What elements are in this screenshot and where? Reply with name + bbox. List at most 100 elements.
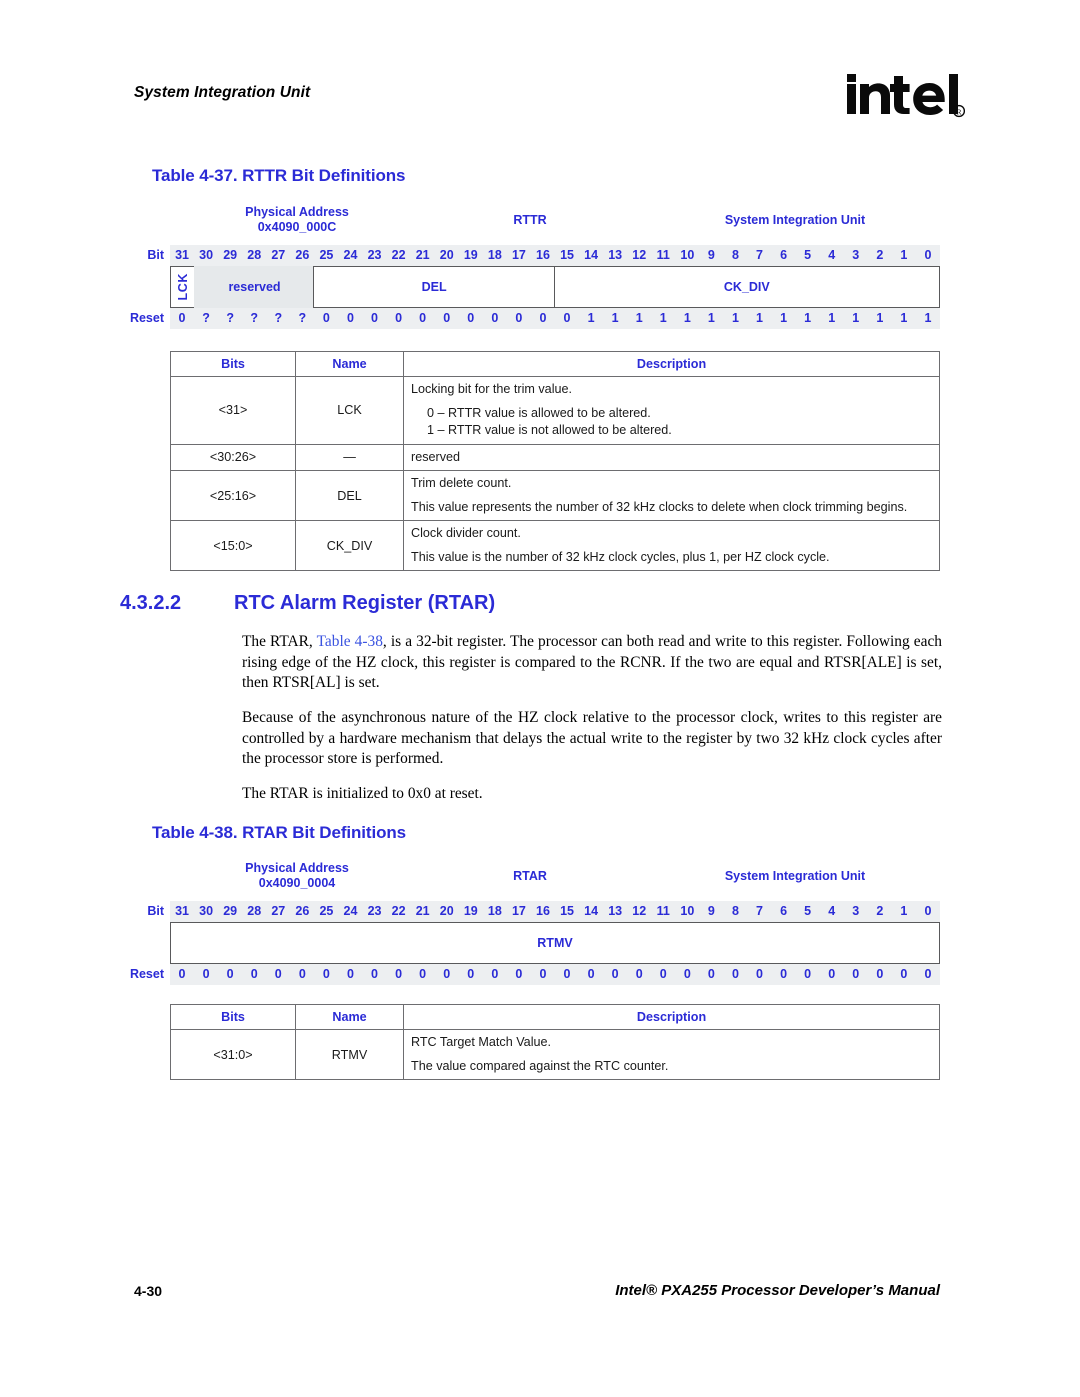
rttr-reset-bit-22: 1 [707, 311, 715, 325]
cell-description: Locking bit for the trim value. 0 – RTTR … [403, 376, 940, 445]
rtar-reset-bit-26: 0 [804, 967, 812, 981]
table-row: <25:16> DEL Trim delete count. This value r… [170, 470, 940, 521]
rttr-bit-29: 2 [876, 248, 884, 262]
document-page: System Integration Unit R Table 4-37. RT… [0, 0, 1080, 1397]
rttr-unit-label: System Integration Unit [724, 213, 866, 227]
rtar-reset-bit-11: 0 [443, 967, 451, 981]
rtar-reset-bit-1: 0 [202, 967, 210, 981]
table-row: <15:0> CK_DIV Clock divider count. This val… [170, 520, 940, 571]
rttr-reset-bit-29: 1 [876, 311, 884, 325]
rttr-reset-bit-25: 1 [780, 311, 788, 325]
col-name: Name [295, 1004, 404, 1030]
rttr-bit-4: 27 [271, 248, 286, 262]
rtar-reset-bit-25: 0 [780, 967, 788, 981]
rtar-reset-bit-7: 0 [346, 967, 354, 981]
table-header-row: Bits Name Description [170, 351, 940, 377]
rttr-bit-22: 9 [707, 248, 715, 262]
rtar-reset-bit-23: 0 [731, 967, 739, 981]
rtar-figure-header: Physical Address 0x4090_0004 RTAR System… [170, 861, 940, 901]
rttr-reset-bit-23: 1 [731, 311, 739, 325]
rtar-field-rtmv: RTMV [170, 922, 940, 964]
rttr-reset-bit-17: 1 [587, 311, 595, 325]
rttr-reset-bit-1: ? [202, 311, 210, 325]
rttr-reset-bit-6: 0 [322, 311, 330, 325]
rtar-bit-29: 2 [876, 904, 884, 918]
rtar-reset-bit-21: 0 [683, 967, 691, 981]
rttr-physical-address: Physical Address 0x4090_000C [222, 205, 372, 235]
cell-bits: <30:26> [170, 443, 296, 471]
rttr-reset-bit-10: 0 [419, 311, 427, 325]
description-main: RTC Target Match Value. [411, 1035, 551, 1049]
rttr-figure-header: Physical Address 0x4090_000C RTTR System… [170, 205, 940, 245]
rtar-reset-row-label: Reset [129, 967, 164, 981]
rtar-unit-label: System Integration Unit [724, 869, 866, 883]
rttr-field-del: DEL [312, 266, 556, 308]
col-bits: Bits [170, 351, 296, 377]
rttr-reset-bit-19: 1 [635, 311, 643, 325]
rttr-field-label: reserved [228, 280, 281, 294]
rtar-reset-bit-19: 0 [635, 967, 643, 981]
rtar-reset-bit-22: 0 [707, 967, 715, 981]
rtar-bit-18: 13 [608, 904, 623, 918]
rtar-bit-0: 31 [175, 904, 189, 918]
table-row: <31:0> RTMV RTC Target Match Value. The val… [170, 1029, 940, 1080]
rttr-bit-23: 8 [731, 248, 739, 262]
rttr-reset-bit-9: 0 [395, 311, 403, 325]
cell-name: RTMV [295, 1029, 404, 1080]
rtar-bit-7: 24 [343, 904, 358, 918]
section-number: 4.3.2.2 [120, 592, 182, 614]
rtar-bit-28: 3 [852, 904, 860, 918]
rttr-reset-bit-11: 0 [443, 311, 451, 325]
rttr-bit-28: 3 [852, 248, 860, 262]
footer-page-number: 4-30 [134, 1283, 163, 1299]
rttr-reset-bit-20: 1 [659, 311, 667, 325]
rtar-reset-bit-29: 0 [876, 967, 884, 981]
description-main: Locking bit for the trim value. [411, 382, 572, 396]
rttr-bit-17: 14 [584, 248, 599, 262]
rtar-bit-1: 30 [199, 904, 214, 918]
rttr-bit-11: 20 [439, 248, 454, 262]
rttr-field-ck_div: CK_DIV [553, 266, 941, 308]
table-4-38-xref-link[interactable]: Table 4-38 [317, 633, 383, 650]
rtar-register-figure: Physical Address 0x4090_0004 RTAR System… [130, 861, 940, 985]
rttr-reset-bit-30: 1 [900, 311, 908, 325]
description-extra: This value is the number of 32 kHz clock… [411, 549, 830, 564]
footer-manual-title: Intel® PXA255 Processor Developer’s Manu… [615, 1282, 940, 1299]
rttr-register-name: RTTR [513, 213, 547, 227]
cell-bits: <15:0> [170, 520, 296, 571]
section-title: RTC Alarm Register (RTAR) [234, 592, 496, 614]
rttr-bit-13: 18 [487, 248, 502, 262]
rttr-bit-number-row-wrap: Bit 31 30 29 28 27 26 25 24 23 22 21 20 19 18 17 16 15 14… [147, 245, 940, 266]
description-extra: This value represents the number of 32 k… [411, 499, 908, 514]
rtar-bit-3: 28 [247, 904, 262, 918]
description-sub-line: 1 – RTTR value is not allowed to be alte… [427, 423, 672, 437]
rttr-description-table: Bits Name Description <31> LCK Locking bit… [170, 351, 940, 571]
col-description: Description [403, 351, 940, 377]
rtar-reset-bit-24: 0 [756, 967, 763, 981]
rtar-bit-5: 26 [295, 904, 310, 918]
rtar-bit-26: 5 [804, 904, 812, 918]
rttr-reset-bit-12: 0 [467, 311, 475, 325]
rttr-field-reserved: reserved [194, 266, 315, 308]
rttr-bit-20: 11 [656, 248, 670, 262]
rtar-bit-9: 22 [391, 904, 406, 918]
rtar-reset-bit-10: 0 [419, 967, 427, 981]
rtar-reset-bit-0: 0 [178, 967, 186, 981]
rtar-reset-row: 0 0 0 0 0 0 0 0 0 0 0 0 0 0 0 0 0 0 0 0 0 0 0 0 0 0 0 0 0 0 0 0 [170, 964, 940, 985]
rtar-bit-30: 1 [900, 904, 908, 918]
rttr-bit-5: 26 [295, 248, 310, 262]
cell-bits: <31:0> [170, 1029, 296, 1080]
rtar-field-label: RTMV [537, 936, 573, 950]
rtar-bit-12: 19 [463, 904, 478, 918]
rtar-bit-21: 10 [680, 904, 695, 918]
rtar-bit-25: 6 [780, 904, 788, 918]
rttr-reset-bit-26: 1 [804, 311, 812, 325]
cell-description: Clock divider count. This value is the nu… [403, 520, 940, 571]
rtar-reset-bit-18: 0 [611, 967, 619, 981]
cell-name: — [295, 443, 404, 471]
description-extra: The value compared against the RTC count… [411, 1058, 669, 1073]
table-row: <31> LCK Locking bit for the trim value. 0 … [170, 376, 940, 445]
rtar-bit-24: 7 [756, 904, 763, 918]
rttr-reset-bit-2: ? [226, 311, 234, 325]
rtar-bit-31: 0 [924, 904, 932, 918]
